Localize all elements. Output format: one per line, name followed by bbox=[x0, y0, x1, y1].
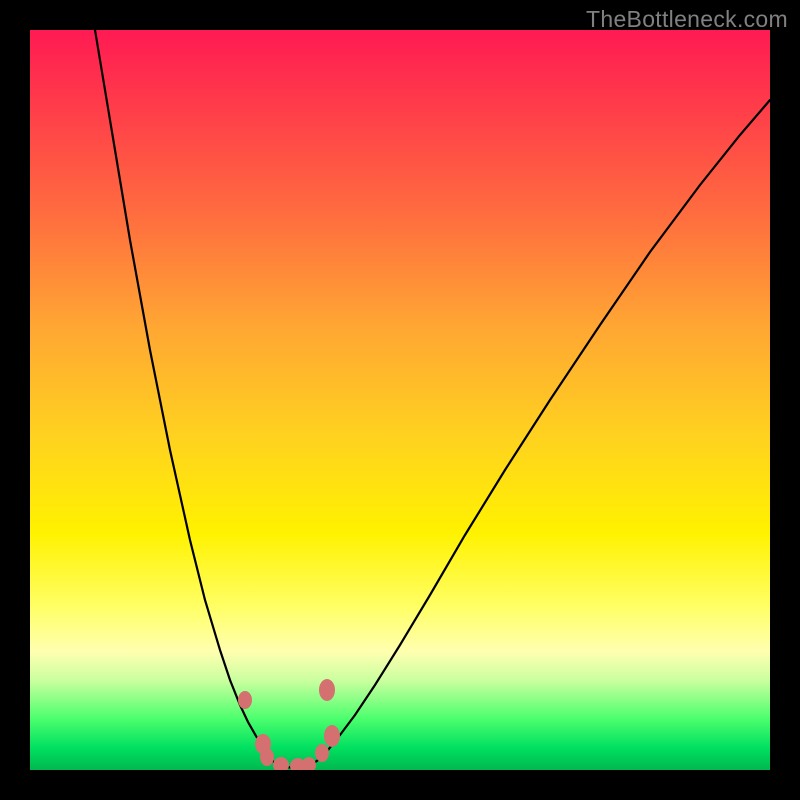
curve-right-branch bbox=[310, 100, 770, 766]
data-marker bbox=[273, 757, 289, 770]
data-marker bbox=[315, 744, 329, 762]
data-marker bbox=[319, 679, 335, 701]
watermark-text: TheBottleneck.com bbox=[586, 6, 788, 33]
marker-group bbox=[238, 679, 340, 770]
data-marker bbox=[302, 757, 316, 770]
data-marker bbox=[238, 691, 252, 709]
chart-frame: TheBottleneck.com bbox=[0, 0, 800, 800]
plot-area bbox=[30, 30, 770, 770]
data-marker bbox=[324, 725, 340, 747]
data-marker bbox=[260, 748, 274, 766]
curve-svg bbox=[30, 30, 770, 770]
curve-left-branch bbox=[95, 30, 277, 766]
